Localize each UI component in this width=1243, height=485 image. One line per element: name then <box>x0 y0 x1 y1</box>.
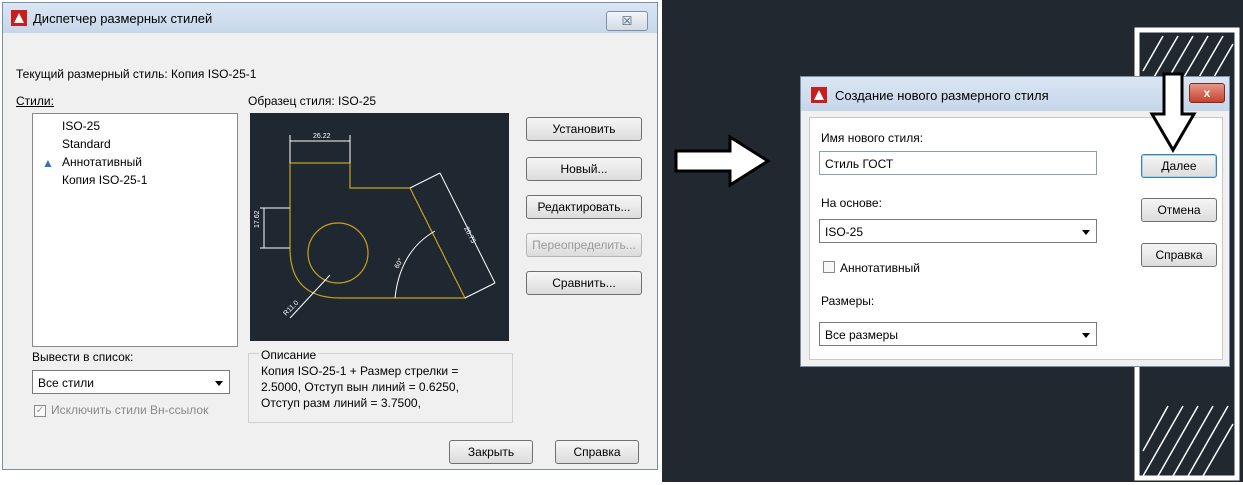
description-line: Отступ разм линий = 3.7500, <box>261 396 421 410</box>
modify-style-button[interactable]: Редактировать... <box>526 195 642 219</box>
chevron-down-icon <box>1082 230 1090 235</box>
title-bar[interactable]: Диспетчер размерных стилей ☒ <box>3 3 657 33</box>
current-style-label: Текущий размерный стиль: Копия ISO-25-1 <box>16 67 257 81</box>
list-item[interactable]: ISO-25 <box>62 119 100 133</box>
arrow-down-icon <box>1149 72 1197 153</box>
cancel-button[interactable]: Отмена <box>1141 198 1217 222</box>
dim-text: 26.22 <box>313 133 331 140</box>
exclude-xref-checkbox[interactable]: ✓ <box>34 405 46 417</box>
list-filter-label: Вывести в список: <box>32 350 134 364</box>
based-on-label: На основе: <box>821 196 882 210</box>
close-button[interactable]: ☒ <box>606 11 648 31</box>
help-button[interactable]: Справка <box>1141 243 1217 267</box>
list-filter-value: Все стили <box>38 376 94 390</box>
exclude-xref-label: Исключить стили Вн-ссылок <box>51 403 209 417</box>
close-icon: x <box>1203 86 1211 100</box>
sizes-value: Все размеры <box>825 328 898 342</box>
style-preview: 26.22 17.62 20.75 R11.0 60° <box>250 113 509 341</box>
help-button[interactable]: Справка <box>555 440 639 464</box>
dim-text: 20.75 <box>462 226 476 245</box>
set-current-button[interactable]: Установить <box>526 117 642 141</box>
new-style-name-value: Стиль ГОСТ <box>825 157 894 171</box>
close-icon: ☒ <box>621 14 633 28</box>
new-style-button[interactable]: Новый... <box>526 157 642 181</box>
based-on-select[interactable]: ISO-25 <box>819 219 1097 243</box>
sizes-label: Размеры: <box>821 294 875 308</box>
annotative-label: Аннотативный <box>840 261 920 275</box>
autocad-logo-icon <box>811 87 827 103</box>
chevron-down-icon <box>215 381 223 386</box>
chevron-down-icon <box>1082 333 1090 338</box>
description-line: Копия ISO-25-1 + Размер стрелки = <box>261 364 459 378</box>
dim-text: R11.0 <box>282 300 300 318</box>
next-button[interactable]: Далее <box>1141 154 1217 178</box>
list-item[interactable]: Копия ISO-25-1 <box>62 173 147 187</box>
dim-text: 17.62 <box>254 210 261 228</box>
new-style-name-label: Имя нового стиля: <box>821 131 924 145</box>
new-style-name-input[interactable]: Стиль ГОСТ <box>819 151 1097 175</box>
arrow-right-icon <box>674 134 771 188</box>
autocad-logo-icon <box>11 10 27 26</box>
list-filter-select[interactable]: Все стили <box>32 370 230 394</box>
override-style-button[interactable]: Переопределить... <box>526 233 642 257</box>
list-item[interactable]: Standard <box>62 137 111 151</box>
description-title: Описание <box>259 348 319 362</box>
styles-list[interactable]: ISO-25 Standard ▲ Аннотативный Копия ISO… <box>32 113 238 347</box>
preview-label: Образец стиля: ISO-25 <box>248 94 377 108</box>
compare-button[interactable]: Сравнить... <box>526 271 642 295</box>
dialog-title: Создание нового размерного стиля <box>835 88 1049 103</box>
dialog-title: Диспетчер размерных стилей <box>33 11 213 26</box>
close-dialog-button[interactable]: Закрыть <box>449 440 533 464</box>
annotative-checkbox[interactable] <box>823 261 835 273</box>
description-line: 2.5000, Отступ вын линий = 0.6250, <box>261 380 459 394</box>
based-on-value: ISO-25 <box>825 225 864 239</box>
annotative-icon: ▲ <box>42 156 54 170</box>
sizes-select[interactable]: Все размеры <box>819 322 1097 346</box>
list-item[interactable]: Аннотативный <box>62 155 142 169</box>
dimension-style-manager-dialog: Диспетчер размерных стилей ☒ Текущий раз… <box>2 2 658 470</box>
dim-text: 60° <box>393 257 405 270</box>
styles-label: Стили: <box>16 94 54 108</box>
description-group: Описание Копия ISO-25-1 + Размер стрелки… <box>248 348 513 423</box>
